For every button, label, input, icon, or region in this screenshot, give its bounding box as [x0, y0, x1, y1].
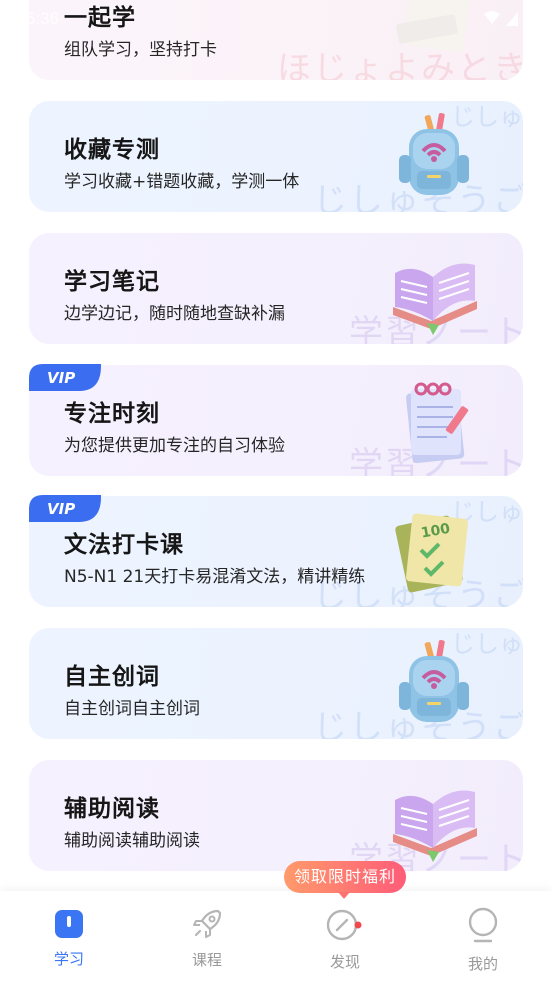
app-screen: 5:36 ほじょよみとき 一起学 组队学习，坚持打卡 じしゅ じしゅそうご 收藏…	[0, 0, 552, 983]
card-title: 收藏专测	[64, 137, 160, 163]
open-book-icon	[393, 263, 477, 335]
status-icons	[482, 8, 522, 32]
card-subtitle: N5-N1 21天打卡易混淆文法，精讲精练	[64, 567, 366, 587]
vip-badge-text: VIP	[47, 369, 75, 387]
open-book-icon	[393, 790, 477, 862]
nav-label: 我的	[467, 955, 498, 973]
bottom-nav: 学习 课程 发现 我的	[0, 891, 552, 983]
card-title: 自主创词	[64, 664, 160, 690]
card-title: 学习笔记	[64, 269, 160, 295]
card-subtitle: 自主创词自主创词	[64, 699, 200, 719]
vip-badge: VIP	[29, 364, 101, 391]
status-time: 5:36	[26, 9, 60, 28]
card-subtitle: 辅助阅读辅助阅读	[64, 831, 200, 851]
nav-label: 学习	[53, 950, 84, 968]
card-title: 文法打卡课	[64, 532, 184, 558]
compass-icon	[326, 909, 362, 941]
nav-item-courses[interactable]: 课程	[138, 891, 276, 983]
vip-badge-text: VIP	[47, 500, 75, 518]
backpack-icon	[399, 112, 469, 195]
card-subtitle: 学习收藏+错题收藏，学测一体	[64, 172, 300, 192]
card-title: 辅助阅读	[64, 796, 160, 822]
card-grammar-checkin[interactable]: じしゅ じしゅそうご 文法打卡课 N5-N1 21天打卡易混淆文法，精讲精练 1…	[29, 496, 523, 607]
card-title: 一起学	[64, 5, 136, 31]
nav-item-study[interactable]: 学习	[0, 891, 138, 983]
profile-icon	[468, 907, 498, 943]
card-subtitle: 边学边记，随时随地查缺补漏	[64, 304, 285, 324]
card-yiqixue[interactable]: ほじょよみとき 一起学 组队学习，坚持打卡	[29, 0, 523, 80]
vip-badge: VIP	[29, 495, 101, 522]
notification-dot	[354, 921, 362, 929]
nav-label: 课程	[191, 951, 222, 969]
study-icon	[55, 910, 83, 938]
nav-label: 发现	[329, 953, 360, 971]
card-study-notes[interactable]: 学習ノート 学习笔记 边学边记，随时随地查缺补漏	[29, 233, 523, 344]
card-title: 专注时刻	[64, 401, 160, 427]
exam-paper-icon: 100	[395, 513, 469, 593]
notebook-icon	[396, 0, 473, 53]
card-subtitle: 组队学习，坚持打卡	[64, 40, 217, 60]
backpack-icon	[399, 639, 469, 722]
card-assisted-reading[interactable]: 学習ノート 辅助阅读 辅助阅读辅助阅读	[29, 760, 523, 871]
card-favorites-test[interactable]: じしゅ じしゅそうご 收藏专测 学习收藏+错题收藏，学测一体	[29, 101, 523, 212]
nav-item-discover[interactable]: 发现	[276, 891, 414, 983]
spiral-notepad-icon	[405, 382, 469, 464]
rocket-icon	[193, 909, 222, 938]
card-subtitle: 为您提供更加专注的自习体验	[64, 436, 285, 456]
card-custom-words[interactable]: じしゅ じしゅそうご 自主创词 自主创词自主创词	[29, 628, 523, 739]
signal-icon	[484, 11, 518, 26]
card-focus-time[interactable]: 学習ノート 专注时刻 为您提供更加专注的自习体验	[29, 365, 523, 476]
promo-bubble[interactable]: 领取限时福利	[284, 861, 406, 899]
nav-item-profile[interactable]: 我的	[414, 891, 552, 983]
